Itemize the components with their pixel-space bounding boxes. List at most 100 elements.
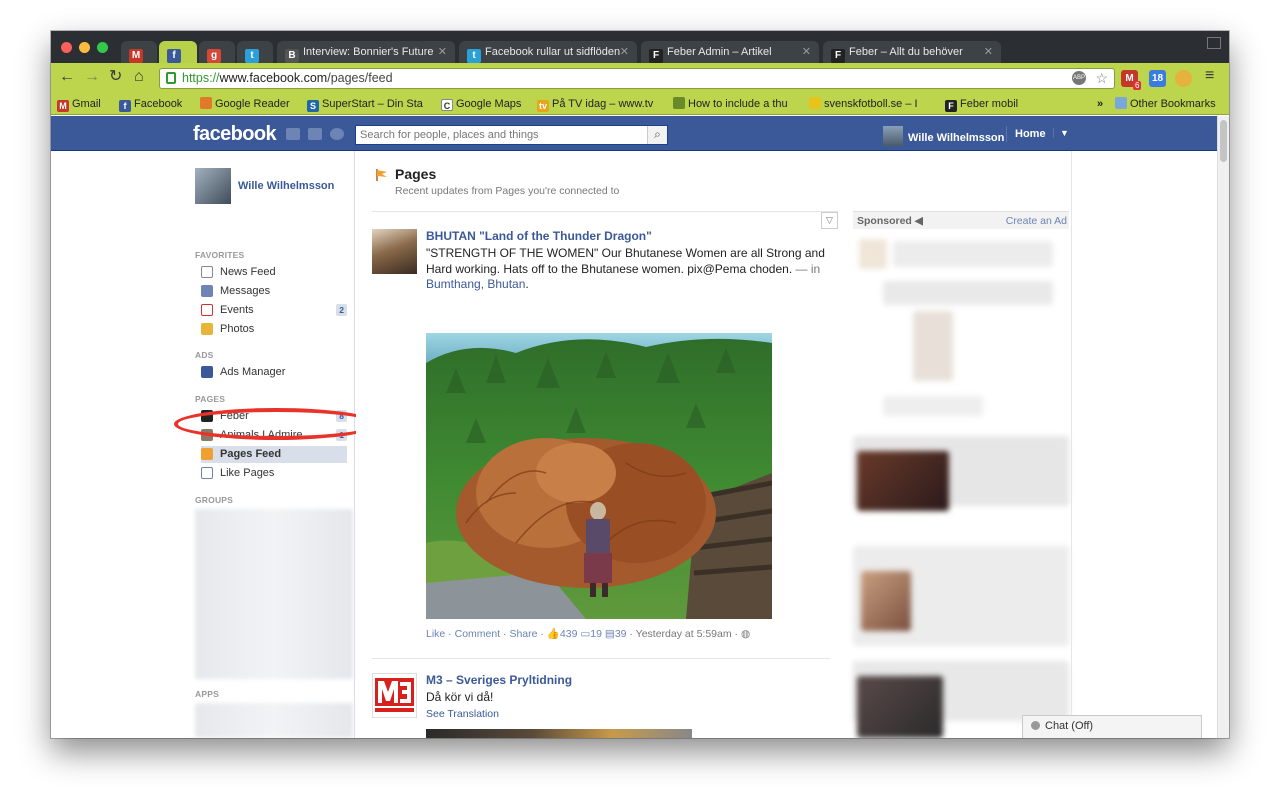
friend-requests-icon[interactable] (286, 128, 300, 140)
profile-name[interactable]: Wille Wilhelmsson (238, 180, 334, 192)
bookmark-google-reader[interactable]: Google Reader (200, 97, 290, 111)
forward-button[interactable]: → (84, 68, 100, 86)
close-window-button[interactable] (61, 42, 72, 53)
notifications-icon[interactable] (330, 128, 344, 140)
story-photo[interactable] (426, 729, 692, 738)
avatar (883, 126, 903, 146)
see-translation-link[interactable]: See Translation (426, 708, 499, 720)
feed-story: M3 – Sveriges Pryltidning Då kör vi då! … (372, 673, 832, 738)
ad-image-blurred[interactable] (857, 676, 943, 738)
story-photo[interactable] (426, 333, 772, 619)
minimize-window-button[interactable] (79, 42, 90, 53)
tab-twitter[interactable]: t (237, 41, 273, 63)
story-text: "STRENGTH OF THE WOMEN" Our Bhutanese Wo… (426, 246, 825, 291)
sidebar-item-events[interactable]: Events 2 (201, 302, 347, 319)
story-location-link[interactable]: Bumthang, Bhutan (426, 277, 525, 291)
chat-bar[interactable]: Chat (Off) (1022, 715, 1202, 738)
football-icon (809, 97, 821, 109)
ad-image-blurred[interactable] (861, 571, 911, 631)
likes-count[interactable]: 👍439 (547, 628, 578, 640)
close-tab-icon[interactable]: ✕ (984, 41, 993, 63)
bhutan-page-thumbnail[interactable] (372, 229, 417, 274)
bookmark-feber-mobil[interactable]: F Feber mobil (945, 97, 1018, 112)
thumbs-up-icon: 👍 (546, 628, 560, 640)
close-tab-icon[interactable]: ✕ (620, 41, 629, 63)
facebook-logo[interactable]: facebook (193, 123, 277, 146)
bookmark-svenskfotboll[interactable]: svenskfotboll.se – I (809, 97, 929, 111)
tab-feber-admin[interactable]: F Feber Admin – Artikel ✕ (641, 41, 819, 63)
ad-image-blurred[interactable] (913, 311, 953, 381)
bookmarks-bar: M Gmail f Facebook Google Reader S SuperSta… (51, 93, 1229, 115)
more-bookmarks-button[interactable]: » (1097, 97, 1103, 111)
share-link[interactable]: Share (509, 628, 537, 640)
url-host: www.facebook.com (219, 71, 328, 85)
reload-button[interactable]: ↻ (109, 68, 122, 86)
search-icon[interactable]: ⌕ (647, 126, 667, 144)
shares-count[interactable]: ▤39 (605, 628, 627, 640)
close-tab-icon[interactable]: ✕ (802, 41, 811, 63)
bookmark-tv[interactable]: tv På TV idag – www.tv (537, 97, 657, 112)
home-button[interactable]: ⌂ (134, 68, 144, 86)
like-link[interactable]: Like (426, 628, 445, 640)
scrollbar-thumb[interactable] (1220, 120, 1227, 162)
sidebar-item-messages[interactable]: Messages (201, 283, 347, 300)
menu-icon[interactable]: ≡ (1205, 67, 1214, 85)
gmail-icon: M (129, 49, 143, 63)
extension-face-icon[interactable] (1175, 70, 1192, 87)
comment-link[interactable]: Comment (455, 628, 501, 640)
ad-image-blurred[interactable] (857, 451, 949, 511)
sidebar-item-news-feed[interactable]: News Feed (201, 264, 347, 281)
tv-icon: tv (537, 100, 549, 112)
tab-gmail[interactable]: M (121, 41, 157, 63)
calendar-icon[interactable]: 18 (1149, 70, 1166, 87)
address-bar[interactable]: https://www.facebook.com/pages/feed ABP … (159, 68, 1115, 89)
tab-bar: M f g t B Interview: Bonnier's Future ✕ t… (51, 31, 1229, 63)
story-timestamp[interactable]: Yesterday at 5:59am (636, 628, 732, 640)
tab-feber-home[interactable]: F Feber – Allt du behöver ✕ (823, 41, 1001, 63)
story-author[interactable]: BHUTAN "Land of the Thunder Dragon" (426, 229, 652, 243)
star-icon[interactable]: ☆ (1095, 69, 1108, 88)
back-button[interactable]: ← (59, 68, 75, 86)
tab-facebook-sidfloden[interactable]: t Facebook rullar ut sidflöden ✕ (459, 41, 637, 63)
header-profile-link[interactable]: Wille Wilhelmsson (883, 126, 1004, 146)
bookmark-google-maps[interactable]: C Google Maps (441, 97, 521, 111)
bookmark-how-to[interactable]: How to include a thu (673, 97, 793, 111)
account-menu-chevron-down-icon[interactable]: ▼ (1053, 128, 1069, 138)
facebook-header: facebook Search for people, places and t… (51, 116, 1217, 151)
sidebar-item-ads-manager[interactable]: Ads Manager (201, 364, 347, 381)
bookmark-gmail[interactable]: M Gmail (57, 97, 101, 112)
other-bookmarks[interactable]: Other Bookmarks (1115, 97, 1216, 111)
page-scrollbar[interactable] (1217, 116, 1229, 738)
sidebar-item-pages-feed[interactable]: Pages Feed (201, 446, 347, 463)
bookmark-facebook[interactable]: f Facebook (119, 97, 182, 112)
sidebar-item-photos[interactable]: Photos (201, 321, 347, 338)
feed-options-chevron-down-icon[interactable]: ▽ (821, 212, 838, 229)
sidebar-item-like-pages[interactable]: Like Pages (201, 465, 347, 482)
google-reader-icon (200, 97, 212, 109)
story-text: Då kör vi då! (426, 690, 494, 704)
story-author[interactable]: M3 – Sveriges Pryltidning (426, 673, 572, 687)
tab-google-plus[interactable]: g (199, 41, 235, 63)
create-an-ad-link[interactable]: Create an Ad (1006, 215, 1067, 227)
home-link[interactable]: Home (1006, 126, 1046, 142)
sponsored-column: Sponsored ◀ Create an Ad (853, 211, 1069, 738)
tab-facebook[interactable]: f (159, 41, 197, 63)
bhutan-women-photo (426, 333, 772, 619)
ad-image-blurred[interactable] (859, 239, 887, 269)
zoom-window-button[interactable] (97, 42, 108, 53)
adblock-icon[interactable]: ABP (1072, 71, 1086, 85)
close-tab-icon[interactable]: ✕ (438, 41, 447, 63)
events-icon (201, 304, 213, 316)
profile-picture[interactable] (195, 168, 231, 204)
m3-page-thumbnail[interactable] (372, 673, 417, 718)
tab-bonnier-interview[interactable]: B Interview: Bonnier's Future ✕ (277, 41, 455, 63)
tab-title: Feber – Allt du behöver (849, 46, 963, 58)
search-input[interactable]: Search for people, places and things ⌕ (355, 125, 668, 145)
pages-feed-icon (201, 448, 213, 460)
comments-count[interactable]: ▭19 (580, 628, 602, 640)
messages-jewel-icon[interactable] (308, 128, 322, 140)
bookmark-superstart[interactable]: S SuperStart – Din Sta (307, 97, 425, 112)
fullscreen-icon[interactable] (1207, 37, 1221, 49)
globe-icon: ◍ (740, 628, 751, 640)
tab-title: Feber Admin – Artikel (667, 46, 772, 58)
